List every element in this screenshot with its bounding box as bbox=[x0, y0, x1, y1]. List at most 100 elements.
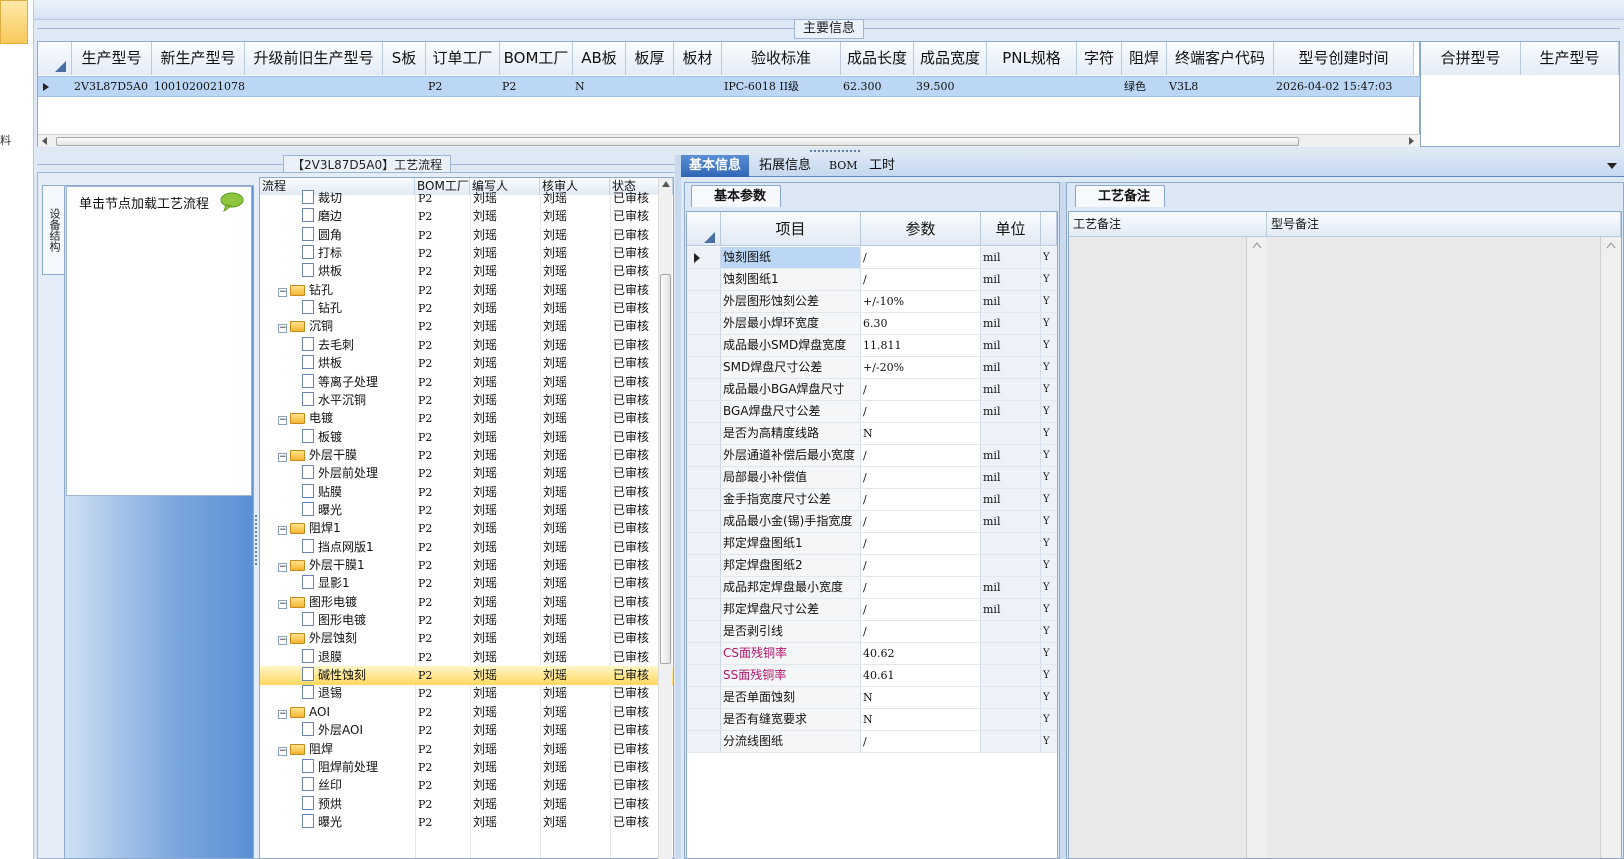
row-indicator[interactable] bbox=[687, 291, 721, 312]
param-row[interactable]: SMD焊盘尺寸公差 +/-20% mil Y bbox=[687, 357, 1057, 379]
cell-6[interactable]: N bbox=[573, 76, 626, 97]
row-indicator[interactable] bbox=[687, 335, 721, 356]
row-indicator[interactable] bbox=[687, 511, 721, 532]
param-value[interactable]: 40.62 bbox=[861, 643, 981, 664]
collapse-icon[interactable]: − bbox=[278, 563, 287, 572]
row-indicator[interactable] bbox=[687, 687, 721, 708]
param-row[interactable]: 局部最小补偿值 / mil Y bbox=[687, 467, 1057, 489]
horizontal-splitter-grip[interactable] bbox=[810, 150, 860, 154]
cell-14[interactable]: 绿色 bbox=[1122, 76, 1167, 97]
param-value[interactable]: / bbox=[861, 247, 981, 268]
param-value[interactable]: / bbox=[861, 379, 981, 400]
row-indicator[interactable] bbox=[687, 269, 721, 290]
param-value[interactable]: / bbox=[861, 533, 981, 554]
param-value[interactable]: / bbox=[861, 489, 981, 510]
param-row[interactable]: 金手指宽度尺寸公差 / mil Y bbox=[687, 489, 1057, 511]
tree-node[interactable]: 曝光 P2 刘瑶 刘瑶 已审核 bbox=[260, 813, 673, 832]
model-remarks-scrollbar[interactable] bbox=[1601, 237, 1621, 858]
cell-9[interactable]: IPC-6018 II级 bbox=[722, 76, 841, 97]
collapse-icon[interactable]: − bbox=[278, 526, 287, 536]
vertical-splitter[interactable] bbox=[675, 155, 681, 859]
row-indicator[interactable] bbox=[687, 357, 721, 378]
param-value[interactable]: / bbox=[861, 555, 981, 576]
col-header-10[interactable]: 成品长度 bbox=[841, 42, 914, 75]
param-row[interactable]: 邦定焊盘尺寸公差 / mil Y bbox=[687, 599, 1057, 621]
cell-5[interactable]: P2 bbox=[500, 76, 573, 97]
tree-vscroll-thumb[interactable] bbox=[660, 274, 671, 664]
param-value[interactable]: / bbox=[861, 599, 981, 620]
row-indicator[interactable] bbox=[687, 313, 721, 334]
tree-node[interactable]: 退膜 P2 刘瑶 刘瑶 已审核 bbox=[260, 648, 673, 667]
collapse-icon[interactable]: − bbox=[278, 746, 287, 756]
tree-folder-node[interactable]: − 阻焊1 P2 刘瑶 刘瑶 已审核 bbox=[260, 519, 673, 538]
param-value[interactable]: / bbox=[861, 577, 981, 598]
param-value[interactable]: +/-10% bbox=[861, 291, 981, 312]
param-value[interactable]: +/-20% bbox=[861, 357, 981, 378]
tree-node[interactable]: 曝光 P2 刘瑶 刘瑶 已审核 bbox=[260, 501, 673, 520]
col-header-param[interactable]: 参数 bbox=[861, 212, 981, 246]
param-row[interactable]: 成品最小金(锡)手指宽度 / mil Y bbox=[687, 511, 1057, 533]
param-row[interactable]: 蚀刻图纸1/mil Y bbox=[687, 269, 1057, 291]
col-header-unit[interactable]: 单位 bbox=[981, 212, 1041, 246]
scroll-up-icon[interactable] bbox=[1606, 241, 1616, 249]
col-header-item[interactable]: 项目 bbox=[721, 212, 861, 246]
main-info-grid[interactable]: 生产型号 新生产型号 升级前旧生产型号 S板 订单工厂 BOM工厂 AB板 板厚 板材 验收标准成… bbox=[37, 41, 1421, 147]
param-row[interactable]: 是否有缝宽要求 N Y bbox=[687, 709, 1057, 731]
tab-basic-info[interactable]: 基本信息 bbox=[681, 155, 750, 177]
col-header-1[interactable]: 新生产型号 bbox=[152, 42, 245, 75]
param-row[interactable]: SS面残铜率 40.61 Y bbox=[687, 665, 1057, 687]
param-row[interactable]: CS面残铜率 40.62 Y bbox=[687, 643, 1057, 665]
row-indicator[interactable] bbox=[687, 247, 721, 268]
scroll-right-icon[interactable] bbox=[1408, 137, 1416, 146]
param-row[interactable]: 外层通道补偿后最小宽度 / mil Y bbox=[687, 445, 1057, 467]
tree-node[interactable]: 显影1 P2 刘瑶 刘瑶 已审核 bbox=[260, 574, 673, 593]
row-indicator[interactable] bbox=[687, 445, 721, 466]
col-header-12[interactable]: PNL规格 bbox=[987, 42, 1077, 75]
row-indicator[interactable] bbox=[687, 731, 721, 752]
cell-15[interactable]: V3L8 bbox=[1167, 76, 1274, 97]
tab-extended-info[interactable]: 拓展信息 bbox=[751, 155, 819, 177]
param-value[interactable]: N bbox=[861, 709, 981, 730]
cell-2[interactable] bbox=[245, 76, 383, 97]
collapse-icon[interactable]: − bbox=[278, 287, 287, 297]
main-info-hscrollbar[interactable] bbox=[38, 134, 1421, 147]
param-row[interactable]: 邦定焊盘图纸1/ Y bbox=[687, 533, 1057, 555]
tree-node[interactable]: 碱性蚀刻 P2 刘瑶 刘瑶 已审核 bbox=[260, 666, 673, 686]
col-header-6[interactable]: AB板 bbox=[573, 42, 626, 75]
scroll-up-icon[interactable] bbox=[1252, 241, 1262, 249]
tree-folder-node[interactable]: − 外层干膜 P2 刘瑶 刘瑶 已审核 bbox=[260, 446, 673, 465]
param-row[interactable]: 成品最小SMD焊盘宽度 11.811 mil Y bbox=[687, 335, 1057, 357]
tree-folder-node[interactable]: − 图形电镀 P2 刘瑶 刘瑶 已审核 bbox=[260, 593, 673, 612]
tree-node[interactable]: 预烘 P2 刘瑶 刘瑶 已审核 bbox=[260, 795, 673, 814]
cell-0[interactable]: 2V3L87D5A0 bbox=[72, 76, 152, 97]
row-indicator[interactable] bbox=[687, 643, 721, 664]
cell-12[interactable] bbox=[987, 76, 1077, 97]
col-header-16[interactable]: 型号创建时间 bbox=[1274, 42, 1414, 75]
col-header-merged-model[interactable]: 合拼型号 bbox=[1421, 42, 1521, 75]
col-header-13[interactable]: 字符 bbox=[1077, 42, 1122, 75]
tree-node[interactable]: 板镀 P2 刘瑶 刘瑶 已审核 bbox=[260, 428, 673, 447]
col-header-15[interactable]: 终端客户代码 bbox=[1167, 42, 1274, 75]
grid-corner[interactable] bbox=[38, 42, 72, 75]
param-row[interactable]: 是否为高精度线路 N Y bbox=[687, 423, 1057, 445]
tab-dropdown-icon[interactable] bbox=[1607, 163, 1617, 170]
col-header-11[interactable]: 成品宽度 bbox=[914, 42, 987, 75]
cell-8[interactable] bbox=[674, 76, 722, 97]
col-header-production-model[interactable]: 生产型号 bbox=[1521, 42, 1619, 75]
param-row[interactable]: 外层图形蚀刻公差 +/-10% mil Y bbox=[687, 291, 1057, 313]
param-value[interactable]: / bbox=[861, 731, 981, 752]
col-header-3[interactable]: S板 bbox=[383, 42, 426, 75]
row-indicator[interactable] bbox=[687, 533, 721, 554]
tree-folder-node[interactable]: − 阻焊 P2 刘瑶 刘瑶 已审核 bbox=[260, 740, 673, 759]
tree-node[interactable]: 等离子处理 P2 刘瑶 刘瑶 已审核 bbox=[260, 373, 673, 392]
param-value[interactable]: 6.30 bbox=[861, 313, 981, 334]
param-row[interactable]: 是否剥引线 / Y bbox=[687, 621, 1057, 643]
tree-node[interactable]: 外层AOI P2 刘瑶 刘瑶 已审核 bbox=[260, 721, 673, 740]
col-header-9[interactable]: 验收标准 bbox=[722, 42, 841, 75]
row-indicator[interactable] bbox=[687, 665, 721, 686]
col-header-4[interactable]: 订单工厂 bbox=[426, 42, 500, 75]
param-row[interactable]: 成品最小BGA焊盘尺寸 / mil Y bbox=[687, 379, 1057, 401]
tree-folder-node[interactable]: − AOI P2 刘瑶 刘瑶 已审核 bbox=[260, 703, 673, 722]
param-row[interactable]: 外层最小焊环宽度 6.30 mil Y bbox=[687, 313, 1057, 335]
param-value[interactable]: N bbox=[861, 687, 981, 708]
